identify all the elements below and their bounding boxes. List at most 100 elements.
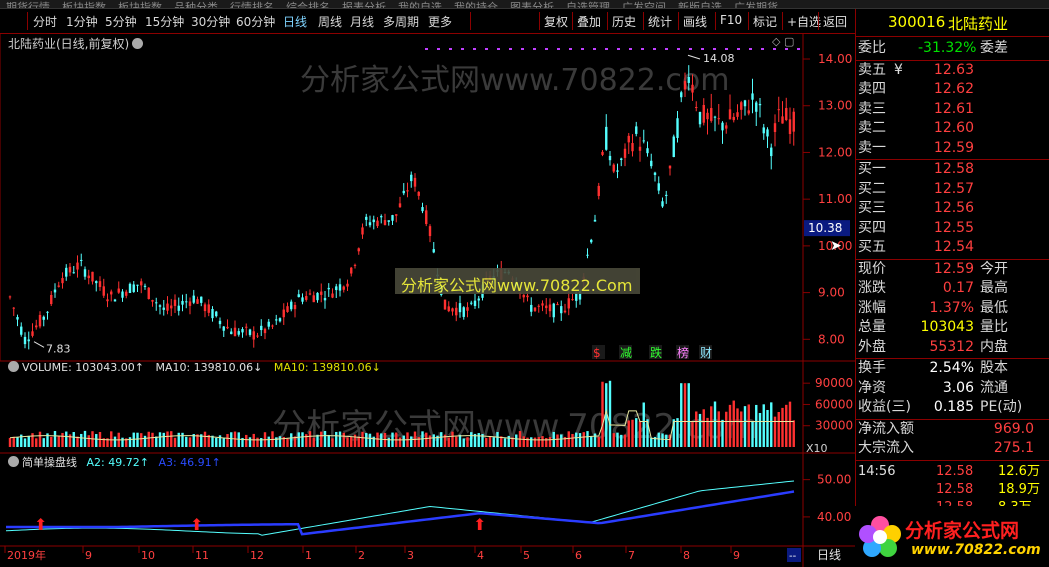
- toolbar-button[interactable]: 复权: [544, 13, 568, 30]
- volume-bar: [777, 411, 780, 447]
- row-value: -31.32%: [918, 40, 977, 56]
- toolbar-button[interactable]: F10: [720, 13, 742, 27]
- period-tab[interactable]: 月线: [350, 13, 374, 30]
- candle-body: [342, 286, 345, 290]
- date-axis-label: 4: [477, 549, 484, 562]
- volume-bar: [567, 431, 570, 447]
- volume-bar: [488, 436, 492, 447]
- mouse-cursor-icon: ➤: [830, 238, 842, 254]
- period-tab[interactable]: 更多: [428, 13, 452, 30]
- quote-row: 换手 2.54% 股本: [858, 359, 1046, 378]
- stock-name: 北陆药业: [948, 15, 1009, 33]
- stock-header: 300016 北陆药业: [856, 9, 1049, 35]
- volume-bar: [736, 408, 739, 447]
- volume-bar: [710, 406, 713, 447]
- row-value: 12.56: [933, 200, 974, 216]
- period-tab[interactable]: 15分钟: [145, 13, 184, 30]
- candle-body: [755, 102, 758, 112]
- volume-bar: [755, 404, 758, 447]
- row-value: 12.58: [933, 161, 974, 177]
- event-mark[interactable]: 财: [700, 346, 712, 360]
- candle-body: [203, 304, 207, 312]
- toolbar-button[interactable]: 统计: [648, 13, 672, 30]
- toolbar-button[interactable]: 历史: [612, 13, 636, 30]
- date-axis-label: 10: [141, 549, 155, 562]
- candle-body: [263, 328, 267, 334]
- settings-icon[interactable]: [8, 456, 19, 467]
- event-mark[interactable]: $: [593, 346, 601, 360]
- price-axis-label: 11.00: [818, 192, 852, 206]
- candle-body: [620, 158, 623, 160]
- period-tab[interactable]: 30分钟: [191, 13, 230, 30]
- row-value: 55312: [929, 338, 974, 355]
- quote-row: 外盘 55312 内盘: [858, 338, 1046, 357]
- kline-chart[interactable]: 分析家公式网www.70822.com分析家公式网www.70822.com14…: [0, 33, 855, 567]
- candle-body: [638, 146, 642, 151]
- volume-bar: [162, 432, 165, 447]
- row-label2: 今开: [980, 260, 1008, 277]
- volume-axis-label: 90000: [815, 376, 853, 390]
- candle-body: [792, 111, 795, 132]
- event-mark[interactable]: 榜: [677, 345, 689, 360]
- toolbar-button[interactable]: +自选: [787, 13, 821, 30]
- quote-row: 涨跌 0.17 最高: [858, 279, 1046, 298]
- period-tab[interactable]: 周线: [318, 13, 342, 30]
- volume-bar: [608, 380, 612, 447]
- period-tab[interactable]: 日线: [283, 13, 307, 30]
- date-axis-label: 12: [250, 549, 264, 562]
- period-tab[interactable]: 1分钟: [66, 13, 98, 30]
- volume-bar: [16, 437, 19, 447]
- volume-bar: [12, 436, 15, 447]
- candle-body: [623, 148, 627, 158]
- volume-bar: [792, 420, 795, 447]
- candle-body: [425, 210, 428, 225]
- candle-body: [305, 295, 308, 300]
- indicator-a3: A3: 46.91↑: [158, 456, 221, 469]
- chart-title-text: 北陆药业(日线,前复权): [8, 37, 130, 51]
- volume-bar: [762, 404, 765, 447]
- quote-panel: 300016 北陆药业 委比 -31.32% 委差 卖五 ¥12.63 卖四 12.62 卖三…: [855, 9, 1049, 567]
- candle-body: [545, 305, 548, 309]
- candle-body: [597, 185, 600, 196]
- date-axis-label: 2: [358, 549, 365, 562]
- quote-row: 买三 12.56: [858, 199, 1046, 218]
- toolbar-button[interactable]: 叠加: [577, 13, 601, 30]
- chart-title: 北陆药业(日线,前复权): [8, 35, 144, 52]
- event-mark[interactable]: 减: [620, 346, 632, 360]
- candle-body: [151, 300, 154, 302]
- volume-bar: [177, 432, 180, 447]
- quote-row: 卖五 ¥12.63: [858, 61, 1046, 80]
- candle-body: [290, 301, 293, 310]
- toolbar-button[interactable]: 画线: [683, 13, 707, 30]
- volume-bar: [245, 434, 248, 447]
- candle-body: [57, 285, 60, 287]
- candle-body: [211, 308, 214, 319]
- settings-icon[interactable]: [8, 361, 19, 372]
- volume-bar: [185, 436, 188, 447]
- volume-bar: [113, 436, 117, 447]
- volume-bar: [203, 431, 207, 447]
- event-mark[interactable]: 跌: [650, 345, 662, 360]
- bottom-period-tag[interactable]: 日线: [817, 548, 841, 562]
- candle-body: [83, 269, 87, 277]
- candle-body: [372, 219, 375, 223]
- row-label: 外盘: [858, 338, 886, 355]
- candle-body: [8, 296, 12, 298]
- period-tab[interactable]: 60分钟: [236, 13, 275, 30]
- row-value: 12.57: [933, 180, 974, 197]
- candle-body: [466, 307, 469, 311]
- candle-body: [567, 298, 570, 309]
- candle-body: [267, 321, 270, 327]
- quote-row: 净流入额 969.0: [858, 420, 1046, 439]
- period-tab[interactable]: 多周期: [383, 13, 419, 30]
- volume-bar: [455, 436, 458, 447]
- candle-body: [170, 305, 173, 309]
- candle-body: [143, 285, 147, 287]
- toolbar-button[interactable]: 返回: [823, 13, 847, 30]
- candle-body: [320, 291, 323, 295]
- settings-icon[interactable]: [132, 38, 144, 49]
- toolbar-button[interactable]: 标记: [753, 13, 777, 30]
- period-tab[interactable]: 5分钟: [105, 13, 137, 30]
- period-tab[interactable]: 分时: [33, 13, 57, 30]
- candle-body: [308, 293, 312, 295]
